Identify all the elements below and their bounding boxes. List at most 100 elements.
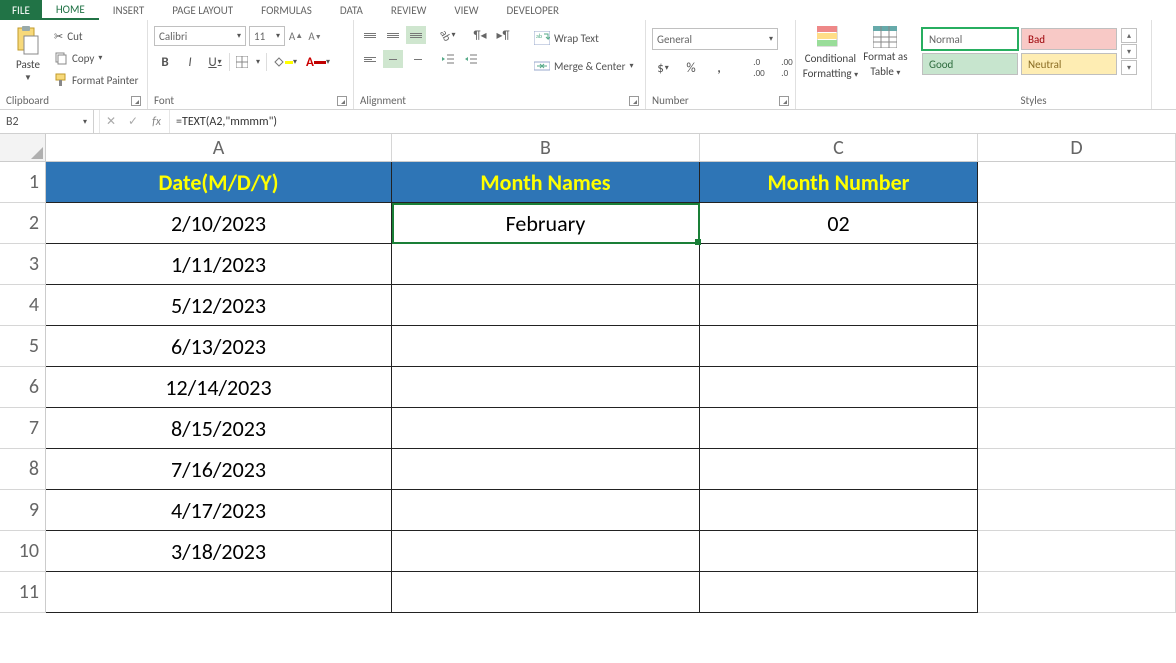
cell-A11[interactable] xyxy=(46,572,392,613)
cell-B4[interactable] xyxy=(392,285,700,326)
row-header-1[interactable]: 1 xyxy=(0,162,46,203)
row-header-5[interactable]: 5 xyxy=(0,326,46,367)
cell-B10[interactable] xyxy=(392,531,700,572)
decrease-indent-button[interactable] xyxy=(438,50,458,68)
format-as-table-button[interactable]: Format as Table ▾ xyxy=(861,22,910,78)
cell-style-bad[interactable]: Bad xyxy=(1021,28,1117,50)
align-middle-button[interactable] xyxy=(383,26,403,44)
col-header-A[interactable]: A xyxy=(46,134,392,162)
cell-A10[interactable]: 3/18/2023 xyxy=(46,531,392,572)
row-header-4[interactable]: 4 xyxy=(0,285,46,326)
cell-C11[interactable] xyxy=(700,572,978,613)
format-painter-button[interactable]: Format Painter xyxy=(54,70,138,90)
enter-formula-button[interactable]: ✓ xyxy=(122,110,144,133)
cell-B5[interactable] xyxy=(392,326,700,367)
align-right-button[interactable] xyxy=(406,50,426,68)
row-header-10[interactable]: 10 xyxy=(0,531,46,572)
row-header-11[interactable]: 11 xyxy=(0,572,46,613)
conditional-formatting-button[interactable]: Conditional Formatting ▾ xyxy=(802,22,859,80)
increase-indent-button[interactable] xyxy=(461,50,481,68)
dialog-launcher-icon[interactable] xyxy=(337,96,347,106)
row-header-3[interactable]: 3 xyxy=(0,244,46,285)
accounting-format-button[interactable]: $▾ xyxy=(652,58,674,78)
cell-C1[interactable]: Month Number xyxy=(700,162,978,203)
number-format-select[interactable]: General▾ xyxy=(652,28,778,50)
decrease-decimal-button[interactable]: .00.0 xyxy=(776,58,798,78)
tab-page-layout[interactable]: PAGE LAYOUT xyxy=(158,0,247,20)
cell-D11[interactable] xyxy=(978,572,1176,613)
cell-B3[interactable] xyxy=(392,244,700,285)
copy-button[interactable]: Copy ▾ xyxy=(54,48,138,68)
col-header-D[interactable]: D xyxy=(978,134,1176,162)
align-top-button[interactable] xyxy=(360,26,380,44)
formula-input[interactable]: =TEXT(A2,"mmmm") xyxy=(170,110,1176,133)
tab-data[interactable]: DATA xyxy=(326,0,377,20)
cell-C5[interactable] xyxy=(700,326,978,367)
underline-button[interactable]: U▾ xyxy=(204,52,226,72)
decrease-font-button[interactable]: A▼ xyxy=(307,28,323,44)
align-center-button[interactable] xyxy=(383,50,403,68)
cell-D3[interactable] xyxy=(978,244,1176,285)
cell-A3[interactable]: 1/11/2023 xyxy=(46,244,392,285)
cell-A4[interactable]: 5/12/2023 xyxy=(46,285,392,326)
bold-button[interactable]: B xyxy=(154,52,176,72)
tab-insert[interactable]: INSERT xyxy=(99,0,159,20)
font-color-button[interactable]: A▾ xyxy=(303,52,333,72)
borders-button[interactable]: ▾ xyxy=(233,52,263,72)
merge-center-button[interactable]: Merge & Center ▾ xyxy=(534,56,634,76)
cell-B2[interactable]: February xyxy=(392,203,700,244)
cell-C7[interactable] xyxy=(700,408,978,449)
cell-D5[interactable] xyxy=(978,326,1176,367)
row-header-6[interactable]: 6 xyxy=(0,367,46,408)
col-header-B[interactable]: B xyxy=(392,134,700,162)
cell-D8[interactable] xyxy=(978,449,1176,490)
cell-C2[interactable]: 02 xyxy=(700,203,978,244)
cell-D10[interactable] xyxy=(978,531,1176,572)
cell-B11[interactable] xyxy=(392,572,700,613)
row-header-2[interactable]: 2 xyxy=(0,203,46,244)
cell-A5[interactable]: 6/13/2023 xyxy=(46,326,392,367)
cell-D4[interactable] xyxy=(978,285,1176,326)
cell-A2[interactable]: 2/10/2023 xyxy=(46,203,392,244)
font-name-select[interactable]: Calibri▾ xyxy=(154,26,246,46)
cell-A9[interactable]: 4/17/2023 xyxy=(46,490,392,531)
tab-review[interactable]: REVIEW xyxy=(377,0,441,20)
cell-A7[interactable]: 8/15/2023 xyxy=(46,408,392,449)
tab-formulas[interactable]: FORMULAS xyxy=(247,0,326,20)
tab-file[interactable]: FILE xyxy=(0,0,42,20)
name-box[interactable]: B2▾ xyxy=(0,110,94,133)
cell-C9[interactable] xyxy=(700,490,978,531)
cell-style-good[interactable]: Good xyxy=(922,53,1018,75)
cell-D6[interactable] xyxy=(978,367,1176,408)
cell-D2[interactable] xyxy=(978,203,1176,244)
row-header-7[interactable]: 7 xyxy=(0,408,46,449)
cell-D1[interactable] xyxy=(978,162,1176,203)
cell-C4[interactable] xyxy=(700,285,978,326)
tab-developer[interactable]: DEVELOPER xyxy=(493,0,573,20)
cell-B6[interactable] xyxy=(392,367,700,408)
align-bottom-button[interactable] xyxy=(406,26,426,44)
increase-decimal-button[interactable]: .0.00 xyxy=(748,58,770,78)
cell-B9[interactable] xyxy=(392,490,700,531)
cell-B8[interactable] xyxy=(392,449,700,490)
row-header-9[interactable]: 9 xyxy=(0,490,46,531)
cell-style-neutral[interactable]: Neutral xyxy=(1021,53,1117,75)
worksheet[interactable]: A B C D 1 Date(M/D/Y) Month Names Month … xyxy=(0,134,1176,613)
col-header-C[interactable]: C xyxy=(700,134,978,162)
cell-D7[interactable] xyxy=(978,408,1176,449)
orientation-button[interactable]: ab▾ xyxy=(438,26,458,44)
increase-font-button[interactable]: A▲ xyxy=(288,28,304,44)
cell-D9[interactable] xyxy=(978,490,1176,531)
fill-color-button[interactable]: ▾ xyxy=(270,52,300,72)
tab-view[interactable]: VIEW xyxy=(440,0,492,20)
chevron-up-icon[interactable]: ▴ xyxy=(1121,28,1137,43)
insert-function-button[interactable]: fx xyxy=(144,110,170,133)
cell-A8[interactable]: 7/16/2023 xyxy=(46,449,392,490)
cut-button[interactable]: ✂ Cut xyxy=(54,26,138,46)
dialog-launcher-icon[interactable] xyxy=(629,96,639,106)
cell-C3[interactable] xyxy=(700,244,978,285)
cell-style-normal[interactable]: Normal xyxy=(922,28,1018,50)
font-size-select[interactable]: 11▾ xyxy=(249,26,285,46)
ltr-button[interactable]: ¶◂ xyxy=(470,26,490,44)
dialog-launcher-icon[interactable] xyxy=(131,96,141,106)
